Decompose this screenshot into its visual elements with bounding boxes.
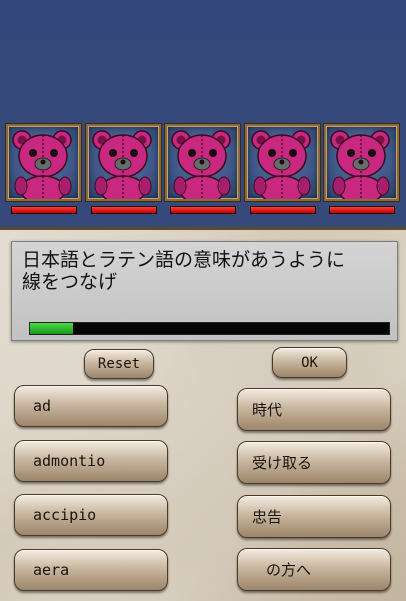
pink-bear-icon [12,130,72,199]
latin-word-button[interactable]: accipio [14,494,168,536]
enemy-portrait [5,123,82,202]
enemy-slot [323,123,400,214]
progress-fill [30,323,74,334]
enemy-hp-bar [91,206,157,214]
pink-bear-icon [92,130,152,199]
latin-word-button[interactable]: aera [14,549,168,591]
pink-bear-icon [171,130,231,199]
pink-bear-icon [251,130,311,199]
japanese-word-button[interactable]: の方へ [237,548,391,591]
enemy-hp-bar [170,206,236,214]
enemy-portrait [164,123,241,202]
enemy-slot [5,123,82,214]
enemy-portrait [85,123,162,202]
enemy-slot [164,123,241,214]
japanese-word-button[interactable]: 受け取る [237,441,391,484]
ok-button[interactable]: OK [272,347,347,378]
progress-bar [29,322,390,335]
enemy-hp-bar [250,206,316,214]
prompt-text: 日本語とラテン語の意味があうように 線をつなげ [22,249,346,293]
enemy-hp-bar [11,206,77,214]
pink-bear-icon [330,130,390,199]
latin-word-button[interactable]: ad [14,385,168,427]
enemy-slot [85,123,162,214]
latin-word-button[interactable]: admontio [14,440,168,482]
japanese-word-button[interactable]: 忠告 [237,495,391,538]
enemy-slot [244,123,321,214]
enemy-portrait [244,123,321,202]
enemy-portrait [323,123,400,202]
japanese-word-button[interactable]: 時代 [237,388,391,431]
enemy-hp-bar [329,206,395,214]
reset-button[interactable]: Reset [84,349,154,379]
